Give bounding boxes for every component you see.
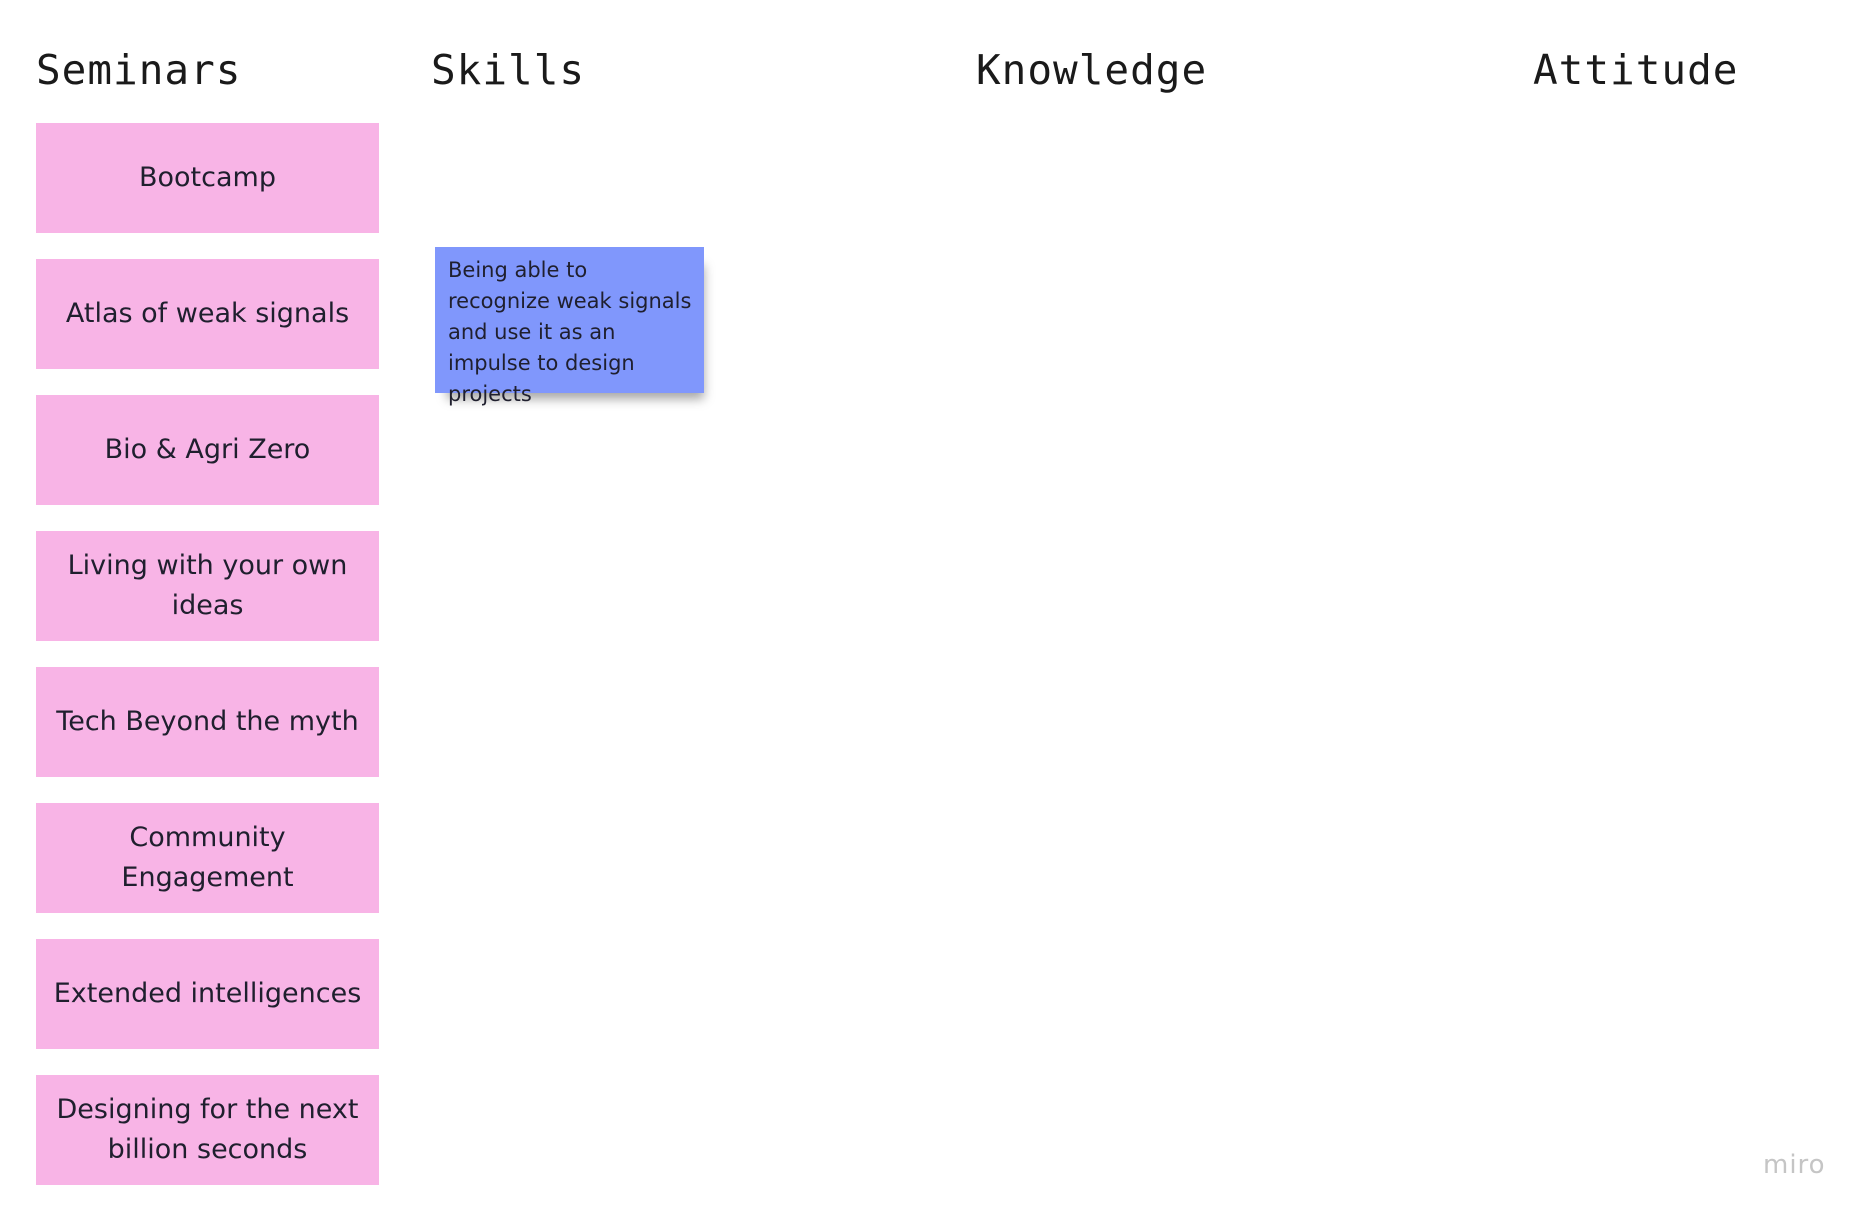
sticky-note-bio-agri-zero[interactable]: Bio & Agri Zero — [36, 395, 379, 505]
sticky-note-living-with-your-own-ideas[interactable]: Living with your own ideas — [36, 531, 379, 641]
column-header-attitude: Attitude — [1533, 46, 1739, 94]
column-header-skills: Skills — [431, 46, 586, 94]
sticky-note-atlas-of-weak-signals[interactable]: Atlas of weak signals — [36, 259, 379, 369]
sticky-note-designing-next-billion-seconds[interactable]: Designing for the next billion seconds — [36, 1075, 379, 1185]
seminars-sticky-column: Bootcamp Atlas of weak signals Bio & Agr… — [36, 123, 379, 1211]
whiteboard-canvas[interactable]: Seminars Skills Knowledge Attitude Bootc… — [0, 0, 1855, 1212]
sticky-note-extended-intelligences[interactable]: Extended intelligences — [36, 939, 379, 1049]
sticky-note-skills-weak-signals[interactable]: Being able to recognize weak signals and… — [435, 247, 704, 406]
sticky-note-community-engagement[interactable]: Community Engagement — [36, 803, 379, 913]
column-header-seminars: Seminars — [36, 46, 242, 94]
miro-logo: miro — [1763, 1150, 1826, 1180]
sticky-note-bootcamp[interactable]: Bootcamp — [36, 123, 379, 233]
sticky-note-tech-beyond-the-myth[interactable]: Tech Beyond the myth — [36, 667, 379, 777]
column-header-knowledge: Knowledge — [976, 46, 1208, 94]
